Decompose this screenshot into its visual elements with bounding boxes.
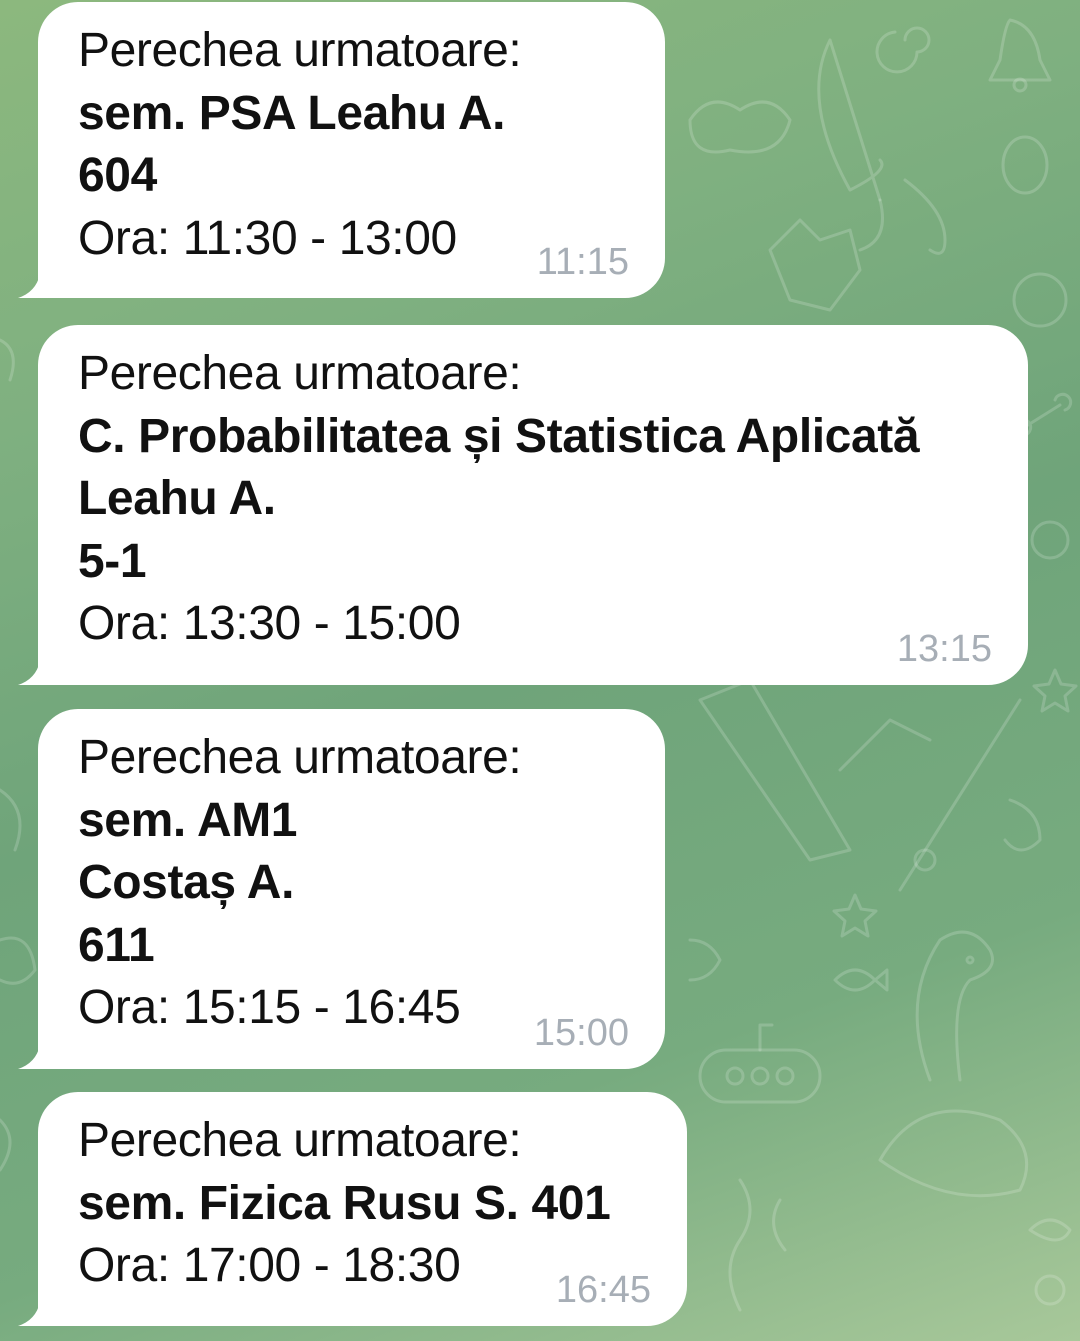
bubble-tail bbox=[18, 274, 40, 298]
message-heading: Perechea urmatoare: bbox=[78, 731, 522, 784]
bubble-tail bbox=[18, 1302, 40, 1326]
course-name: C. Probabilitatea și Statistica Aplicată bbox=[78, 409, 920, 463]
course-name: sem. Fizica Rusu S. 401 bbox=[78, 1176, 611, 1230]
message-timestamp: 15:00 bbox=[533, 1012, 629, 1054]
message-bubble[interactable]: Perechea urmatoare: C. Probabilitatea și… bbox=[18, 325, 1028, 685]
teacher-name: Leahu A. bbox=[78, 472, 276, 525]
room-number: 604 bbox=[78, 149, 157, 202]
room-number: 611 bbox=[78, 918, 155, 972]
message-timestamp: 16:45 bbox=[555, 1269, 651, 1311]
course-name: sem. PSA Leahu A. bbox=[78, 86, 506, 140]
bubble-tail bbox=[18, 1045, 40, 1069]
message-timestamp: 11:15 bbox=[536, 241, 629, 283]
message-bubble[interactable]: Perechea urmatoare: sem. PSA Leahu A. 60… bbox=[18, 2, 665, 298]
room-number: 5-1 bbox=[78, 534, 147, 588]
class-time: Ora: 13:30 - 15:00 bbox=[78, 597, 461, 650]
message-heading: Perechea urmatoare: bbox=[78, 347, 522, 400]
course-name: sem. AM1 bbox=[78, 793, 298, 847]
bubble-tail bbox=[18, 661, 40, 685]
message-timestamp: 13:15 bbox=[896, 628, 992, 670]
chat-messages: Perechea urmatoare: sem. PSA Leahu A. 60… bbox=[0, 0, 1080, 1341]
message-heading: Perechea urmatoare: bbox=[78, 24, 522, 77]
teacher-name: Costaș A. bbox=[78, 856, 295, 909]
message-bubble[interactable]: Perechea urmatoare: sem. Fizica Rusu S. … bbox=[18, 1092, 687, 1326]
message-heading: Perechea urmatoare: bbox=[78, 1114, 522, 1167]
message-bubble[interactable]: Perechea urmatoare: sem. AM1 Costaș A. 6… bbox=[18, 709, 665, 1069]
